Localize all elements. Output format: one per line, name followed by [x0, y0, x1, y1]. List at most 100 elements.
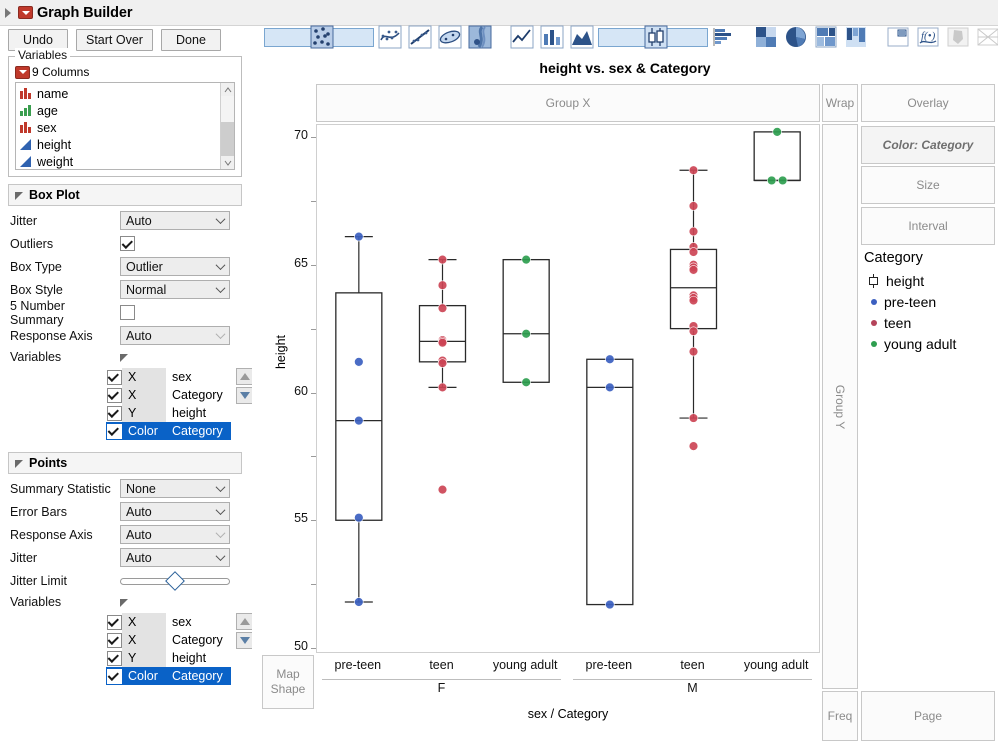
box-plot-outliers-checkbox[interactable] — [120, 236, 135, 251]
disclosure-open-icon[interactable] — [120, 598, 129, 607]
window-disclosure-icon[interactable] — [4, 8, 14, 18]
disclosure-open-icon[interactable] — [120, 353, 129, 362]
x-axis-category-label[interactable]: teen — [651, 658, 735, 672]
variable-checkbox[interactable] — [107, 633, 122, 648]
x-axis-category-label[interactable]: pre-teen — [316, 658, 400, 672]
columns-red-triangle-icon[interactable] — [15, 66, 30, 79]
dropzone-overlay[interactable]: Overlay — [861, 84, 995, 122]
box-plot-var-row-height[interactable]: Y height — [106, 404, 231, 422]
x-axis-category-label[interactable]: teen — [400, 658, 484, 672]
x-axis-group-label[interactable]: F — [316, 681, 567, 695]
points-var-row-sex[interactable]: X sex — [106, 613, 231, 631]
box-plot-var-row-sex[interactable]: X sex — [106, 368, 231, 386]
treemap-icon[interactable] — [812, 22, 840, 52]
pie-icon[interactable] — [782, 22, 810, 52]
legend-item[interactable]: height — [864, 270, 996, 291]
points-panel-header[interactable]: Points — [8, 452, 242, 474]
contour-icon[interactable] — [466, 22, 494, 52]
dropzone-interval[interactable]: Interval — [861, 207, 995, 245]
slider-thumb[interactable] — [165, 571, 185, 591]
red-triangle-menu-icon[interactable] — [18, 6, 33, 19]
variable-checkbox[interactable] — [107, 370, 122, 385]
dropzone-wrap[interactable]: Wrap — [822, 84, 858, 122]
column-item-sex[interactable]: sex — [20, 119, 220, 136]
box-plot-panel-header[interactable]: Box Plot — [8, 184, 242, 206]
points-errorbars-select[interactable]: Auto — [120, 502, 230, 521]
map-shape-icon[interactable] — [944, 22, 972, 52]
points-summary-select[interactable]: None — [120, 479, 230, 498]
dropzone-map-shape[interactable]: Map Shape — [262, 655, 314, 709]
ellipse-icon[interactable] — [436, 22, 464, 52]
move-up-button[interactable] — [236, 368, 253, 385]
column-item-height[interactable]: height — [20, 136, 220, 153]
box-plot-boxtype-select[interactable]: Outlier — [120, 257, 230, 276]
move-down-button[interactable] — [236, 387, 253, 404]
dropzone-page[interactable]: Page — [861, 691, 995, 741]
mesh-icon[interactable] — [974, 22, 998, 52]
start-over-button[interactable]: Start Over — [76, 29, 153, 51]
area-icon[interactable] — [568, 22, 596, 52]
variable-checkbox[interactable] — [107, 424, 122, 439]
points-jitter-label: Jitter — [10, 551, 120, 565]
dropzone-group-y[interactable]: Group Y — [822, 124, 858, 689]
dropzone-freq[interactable]: Freq — [822, 691, 858, 741]
box-plot-var-row-category-x[interactable]: X Category — [106, 386, 231, 404]
x-axis-category-label[interactable]: pre-teen — [567, 658, 651, 672]
dropzone-wrap-label: Wrap — [826, 96, 854, 110]
points-var-row-height[interactable]: Y height — [106, 649, 231, 667]
variable-checkbox[interactable] — [107, 388, 122, 403]
variable-checkbox[interactable] — [107, 669, 122, 684]
mosaic-icon[interactable] — [842, 22, 870, 52]
plot-frame[interactable] — [316, 124, 820, 653]
column-item-age[interactable]: age — [20, 102, 220, 119]
variable-checkbox[interactable] — [107, 406, 122, 421]
scrollbar-track[interactable] — [221, 96, 234, 156]
bar-icon[interactable] — [538, 22, 566, 52]
points-jitter-select[interactable]: Auto — [120, 548, 230, 567]
columns-header[interactable]: 9 Columns — [15, 65, 235, 79]
line-icon[interactable] — [508, 22, 536, 52]
box-plot-icon[interactable] — [598, 28, 708, 47]
legend-item[interactable]: pre-teen — [864, 291, 996, 312]
dropzone-group-x[interactable]: Group X — [316, 84, 820, 122]
variable-checkbox[interactable] — [107, 615, 122, 630]
histogram-icon[interactable] — [710, 22, 738, 52]
box-plot-jitter-select[interactable]: Auto — [120, 211, 230, 230]
heatmap-icon[interactable] — [752, 22, 780, 52]
column-item-name[interactable]: name — [20, 85, 220, 102]
line-of-fit-icon[interactable] — [406, 22, 434, 52]
done-button[interactable]: Done — [161, 29, 221, 51]
legend-item[interactable]: young adult — [864, 333, 996, 354]
points-jitterlimit-slider[interactable] — [120, 574, 230, 588]
smoother-icon[interactable] — [376, 22, 404, 52]
legend-item[interactable]: teen — [864, 312, 996, 333]
x-axis-category-label[interactable]: young adult — [734, 658, 818, 672]
box-plot-boxstyle-select[interactable]: Normal — [120, 280, 230, 299]
move-down-button[interactable] — [236, 632, 253, 649]
column-item-weight[interactable]: weight — [20, 153, 220, 169]
formula-icon[interactable]: f(•) — [914, 22, 942, 52]
points-responseaxis-select[interactable]: Auto — [120, 525, 230, 544]
points-options: Summary Statistic None Error Bars Auto R… — [0, 474, 250, 685]
columns-listbox[interactable]: name age sex heigh — [15, 82, 235, 170]
box-plot-var-row-color-category[interactable]: Color Category — [106, 422, 231, 440]
move-up-button[interactable] — [236, 613, 253, 630]
scrollbar-thumb[interactable] — [221, 122, 234, 156]
x-axis-category-label[interactable]: young adult — [483, 658, 567, 672]
caption-box-icon[interactable] — [884, 22, 912, 52]
columns-scrollbar[interactable] — [220, 83, 234, 169]
dropzone-color[interactable]: Color: Category — [861, 126, 995, 164]
scroll-down-icon[interactable] — [221, 156, 234, 169]
disclosure-open-icon[interactable] — [15, 191, 24, 200]
points-icon[interactable] — [264, 28, 374, 47]
x-axis-group-label[interactable]: M — [567, 681, 818, 695]
scroll-up-icon[interactable] — [221, 83, 234, 96]
box-plot-panel-title: Box Plot — [29, 188, 80, 202]
dropzone-size[interactable]: Size — [861, 166, 995, 204]
box-plot-fivenumber-checkbox[interactable] — [120, 305, 135, 320]
points-var-row-category-x[interactable]: X Category — [106, 631, 231, 649]
points-var-row-color-category[interactable]: Color Category — [106, 667, 231, 685]
box-plot-responseaxis-select[interactable]: Auto — [120, 326, 230, 345]
disclosure-open-icon[interactable] — [15, 459, 24, 468]
variable-checkbox[interactable] — [107, 651, 122, 666]
